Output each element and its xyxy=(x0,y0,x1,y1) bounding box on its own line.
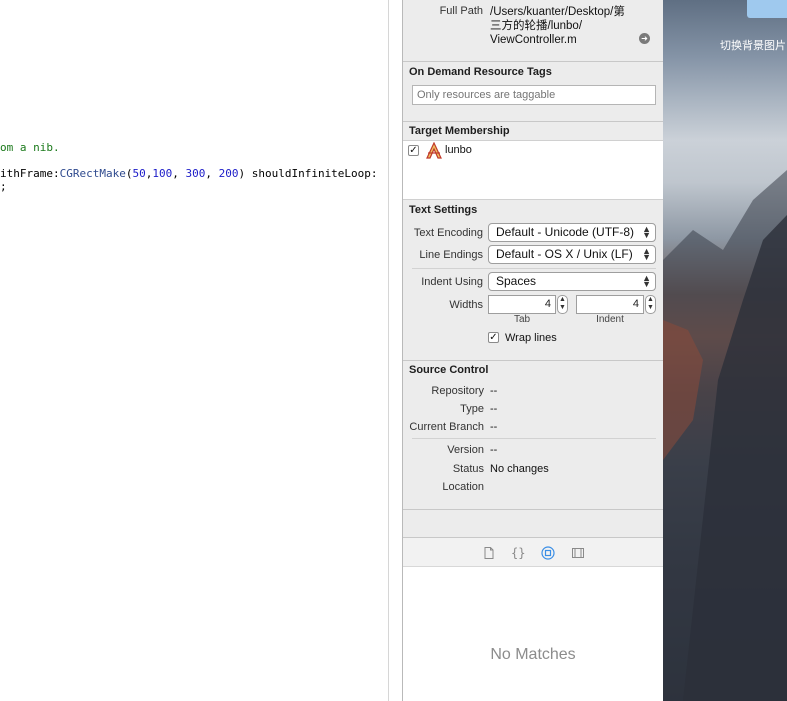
app-target-icon xyxy=(426,142,442,159)
code-token-number: 100 xyxy=(152,167,173,180)
code-token-function: CGRectMake xyxy=(59,167,126,180)
status-value: No changes xyxy=(490,463,549,475)
mountain-wallpaper xyxy=(663,170,787,701)
tab-width-caption: Tab xyxy=(513,314,531,325)
text-encoding-label: Text Encoding xyxy=(413,227,483,239)
full-path-label: Full Path xyxy=(439,5,483,17)
section-divider xyxy=(403,509,663,510)
popup-arrows-icon: ▲ ▼ xyxy=(642,224,651,240)
indent-using-label: Indent Using xyxy=(421,276,483,288)
media-library-icon[interactable] xyxy=(571,546,585,560)
code-token-number: 300 xyxy=(185,167,206,180)
target-membership-title: Target Membership xyxy=(409,125,510,137)
reveal-in-finder-icon[interactable]: ➜ xyxy=(639,33,650,44)
repository-label: Repository xyxy=(431,385,484,397)
type-value: -- xyxy=(490,403,498,415)
target-list: ✓ lunbo xyxy=(403,140,663,200)
status-label: Status xyxy=(452,463,484,475)
current-branch-label: Current Branch xyxy=(409,421,484,433)
object-library-icon[interactable] xyxy=(541,546,555,560)
code-line-comment[interactable]: om a nib. xyxy=(0,141,60,155)
file-inspector: Full Path /Users/kuanter/Desktop/第 三方的轮播… xyxy=(403,0,663,701)
code-token-number: 200 xyxy=(218,167,239,180)
tab-width-stepper[interactable]: ▲ ▼ xyxy=(557,295,568,314)
code-token-number: 50 xyxy=(132,167,146,180)
section-divider xyxy=(403,360,663,361)
version-value: -- xyxy=(490,444,498,456)
line-endings-popup[interactable]: Default - OS X / Unix (LF) ▲ ▼ xyxy=(488,245,656,264)
indent-width-stepper[interactable]: ▲ ▼ xyxy=(645,295,656,314)
divider xyxy=(412,438,656,439)
popup-arrows-icon: ▲ ▼ xyxy=(642,273,651,289)
split-gutter xyxy=(389,0,403,701)
file-template-icon[interactable] xyxy=(482,546,496,560)
source-control-title: Source Control xyxy=(409,364,489,376)
popup-arrows-icon: ▲ ▼ xyxy=(642,246,651,262)
version-label: Version xyxy=(447,444,484,456)
library-results[interactable]: No Matches xyxy=(403,567,663,701)
code-line-end[interactable]: ; xyxy=(0,180,7,194)
wrap-lines-label[interactable]: Wrap lines xyxy=(505,332,557,344)
resource-tags-field[interactable] xyxy=(412,85,656,105)
code-token: shouldInfiniteLoop: xyxy=(245,167,378,180)
folder-icon[interactable] xyxy=(747,0,787,18)
full-path-value: /Users/kuanter/Desktop/第 三方的轮播/lunbo/ Vi… xyxy=(490,6,625,46)
type-label: Type xyxy=(460,403,484,415)
desktop-item-label[interactable]: 切换背景图片 xyxy=(720,37,786,53)
location-label: Location xyxy=(442,481,484,493)
code-token: ithFrame: xyxy=(0,167,60,180)
indent-width-caption: Indent xyxy=(596,314,624,325)
code-editor[interactable]: om a nib. ithFrame:CGRectMake(50,100, 30… xyxy=(0,0,389,701)
wrap-lines-checkbox[interactable]: ✓ xyxy=(488,332,499,343)
on-demand-title: On Demand Resource Tags xyxy=(409,66,552,78)
library-tab-bar: {} xyxy=(403,537,663,567)
target-name: lunbo xyxy=(445,144,472,156)
divider xyxy=(412,268,656,269)
current-branch-value: -- xyxy=(490,421,498,433)
repository-value: -- xyxy=(490,385,498,397)
tab-width-field[interactable]: 4 xyxy=(488,295,556,314)
code-line-init[interactable]: ithFrame:CGRectMake(50,100, 300, 200) sh… xyxy=(0,167,378,181)
desktop-background[interactable]: 切换背景图片 xyxy=(663,0,787,701)
text-encoding-popup[interactable]: Default - Unicode (UTF-8) ▲ ▼ xyxy=(488,223,656,242)
section-divider xyxy=(403,61,663,62)
widths-label: Widths xyxy=(449,299,483,311)
text-settings-title: Text Settings xyxy=(409,204,478,216)
no-matches-label: No Matches xyxy=(490,646,576,663)
code-snippet-icon[interactable]: {} xyxy=(511,546,525,560)
indent-width-field[interactable]: 4 xyxy=(576,295,644,314)
line-endings-label: Line Endings xyxy=(419,249,483,261)
target-checkbox[interactable]: ✓ xyxy=(408,145,419,156)
indent-using-popup[interactable]: Spaces ▲ ▼ xyxy=(488,272,656,291)
